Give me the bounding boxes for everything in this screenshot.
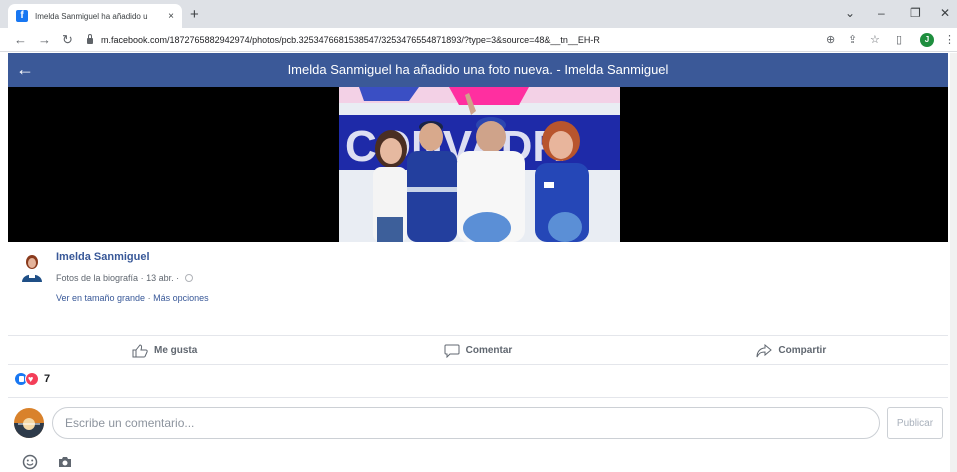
meta-separator: · (140, 273, 144, 283)
reaction-count: 7 (44, 373, 51, 385)
emoji-icon[interactable] (22, 454, 38, 470)
user-avatar-image (14, 408, 44, 438)
page-title: Imelda Sanmiguel ha añadido una foto nue… (287, 62, 669, 77)
lock-icon[interactable] (87, 34, 93, 44)
profile-avatar[interactable]: J (920, 33, 934, 47)
author-name[interactable]: Imelda Sanmiguel (56, 251, 150, 263)
share-label: Compartir (778, 345, 827, 356)
menu-icon[interactable]: ⋮ (944, 32, 955, 48)
reload-icon[interactable]: ↻ (62, 31, 73, 48)
like-label: Me gusta (153, 345, 198, 356)
browser-tab[interactable]: f Imelda Sanmiguel ha añadido u × (8, 4, 182, 28)
tab-close-icon[interactable]: × (168, 11, 174, 22)
tab-search-icon[interactable]: ⌄ (845, 6, 855, 20)
address-bar[interactable]: m.facebook.com/1872765882942974/photos/p… (87, 31, 867, 49)
post-meta: Fotos de la biografía · 13 abr. · (56, 273, 193, 283)
thumbs-up-icon (132, 343, 148, 357)
share-arrow-icon (756, 343, 773, 357)
love-reaction-icon (25, 372, 39, 386)
photo-viewer: CONVADR (8, 87, 948, 242)
divider (8, 397, 948, 398)
browser-toolbar: ← → ↻ m.facebook.com/1872765882942974/ph… (0, 28, 957, 52)
browser-tab-strip: f Imelda Sanmiguel ha añadido u × + ⌄ – … (0, 0, 957, 28)
view-full-size-link[interactable]: Ver en tamaño grande (56, 293, 145, 303)
comment-button[interactable]: Comentar (321, 337, 634, 364)
comment-input[interactable] (52, 407, 880, 439)
comment-icon (444, 344, 460, 358)
user-avatar (14, 408, 44, 438)
close-window-icon[interactable]: ✕ (940, 6, 950, 20)
photo-illustration: CONVADR (339, 87, 620, 242)
minimize-icon[interactable]: – (878, 6, 885, 20)
url-text[interactable]: m.facebook.com/1872765882942974/photos/p… (101, 35, 600, 45)
meta-separator: · (176, 273, 180, 283)
emoji-glyph (22, 454, 38, 470)
share-button[interactable]: Compartir (635, 337, 948, 364)
publish-button[interactable]: Publicar (887, 407, 943, 439)
author-avatar-image (22, 255, 42, 282)
back-arrow-icon[interactable]: ← (14, 31, 27, 48)
author-avatar[interactable] (20, 254, 44, 282)
post-info: Imelda Sanmiguel Fotos de la biografía ·… (8, 242, 948, 336)
page-header: ← Imelda Sanmiguel ha añadido una foto n… (8, 53, 948, 87)
forward-arrow-icon[interactable]: → (38, 31, 51, 48)
reactions-summary[interactable]: 7 (14, 372, 50, 386)
link-separator: · (147, 293, 151, 303)
tab-title: Imelda Sanmiguel ha añadido u (35, 11, 148, 21)
album-link[interactable]: Fotos de la biografía (56, 273, 138, 283)
globe-icon (184, 274, 193, 282)
zoom-icon[interactable]: ⊕ (826, 32, 835, 48)
post-photo[interactable]: CONVADR (339, 87, 620, 242)
share-icon[interactable]: ⇪ (848, 32, 857, 48)
new-tab-button[interactable]: + (190, 6, 199, 24)
sidebar-icon[interactable]: ▯ (896, 32, 902, 48)
comment-label: Comentar (465, 345, 513, 356)
post-links: Ver en tamaño grande · Más opciones (56, 293, 209, 303)
post-action-bar: Me gusta Comentar Compartir (8, 337, 948, 365)
more-options-link[interactable]: Más opciones (153, 293, 209, 303)
camera-glyph (59, 457, 71, 467)
like-button[interactable]: Me gusta (8, 337, 321, 364)
post-date[interactable]: 13 abr. (146, 273, 174, 283)
facebook-favicon-icon: f (16, 10, 28, 22)
star-icon[interactable]: ☆ (870, 32, 880, 48)
restore-icon[interactable]: ❐ (910, 6, 921, 20)
camera-icon[interactable] (57, 454, 73, 470)
page-scrollbar[interactable] (950, 53, 957, 472)
